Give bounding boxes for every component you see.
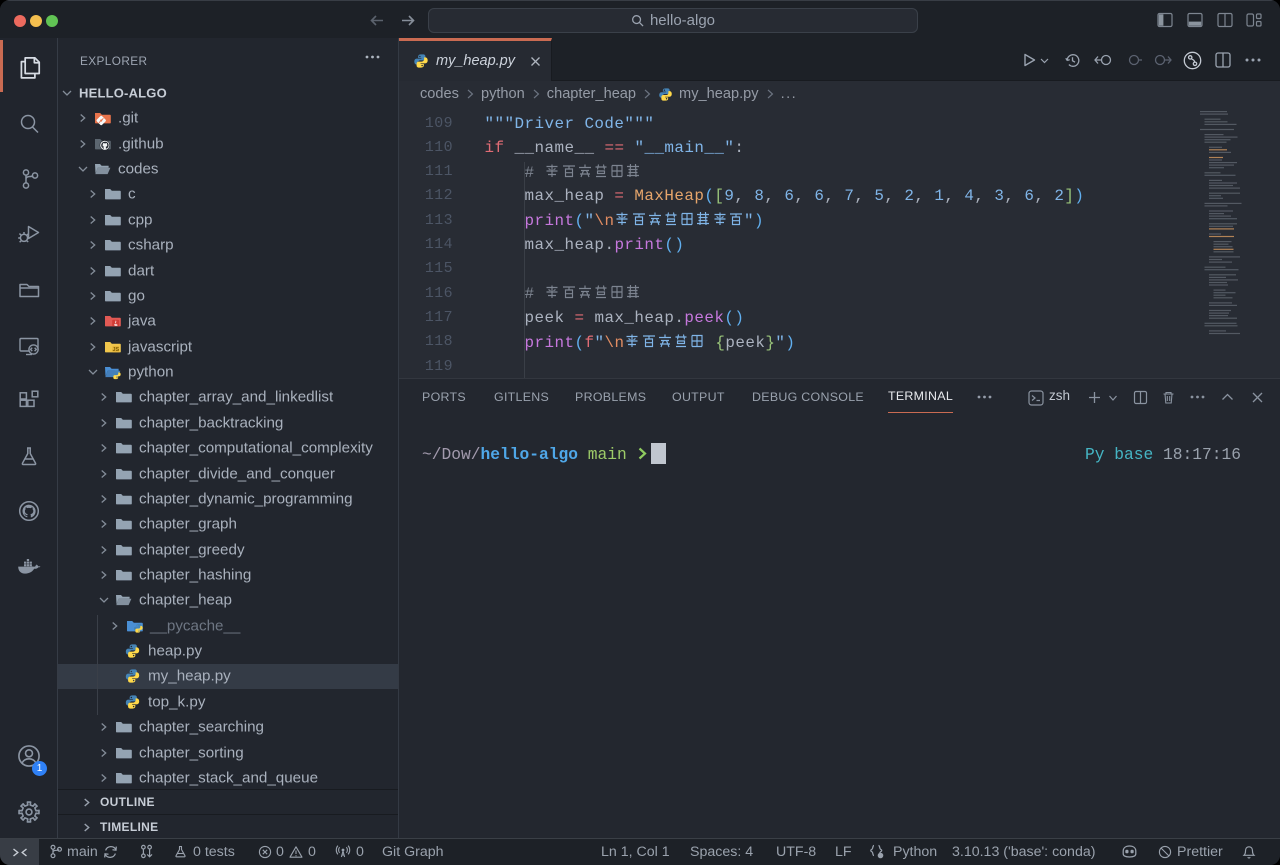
svg-text:JS: JS (113, 347, 120, 353)
